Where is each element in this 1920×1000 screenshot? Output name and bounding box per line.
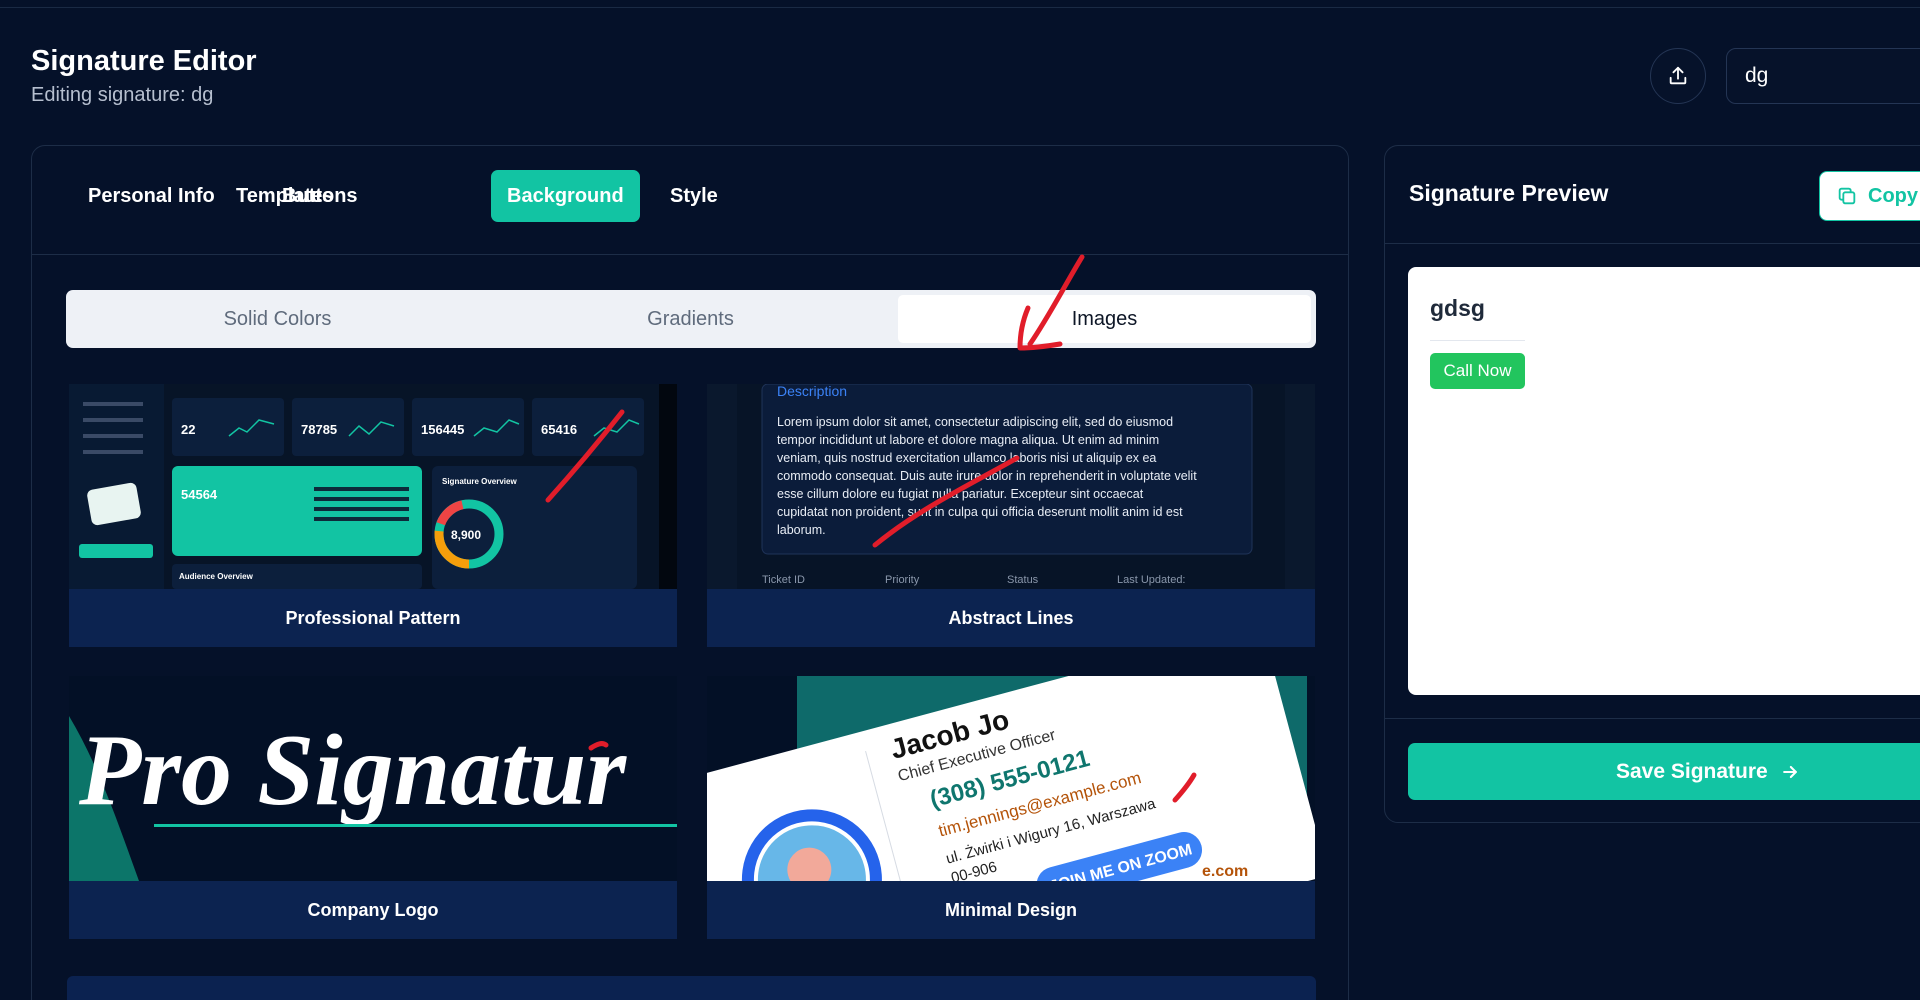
signature-divider xyxy=(1430,340,1525,341)
tab-background[interactable]: Background xyxy=(491,170,640,222)
preview-divider xyxy=(1385,243,1920,244)
editor-panel: Personal Info Templates Buttons Backgrou… xyxy=(31,145,1349,1000)
dashboard-thumbnail: 22 78785 156445 65416 54564 Signature Ov… xyxy=(69,384,677,589)
copy-button[interactable]: Copy xyxy=(1819,171,1920,221)
page-title: Signature Editor xyxy=(31,45,257,77)
upload-button[interactable] xyxy=(1650,48,1706,104)
thumb-line: tempor incididunt ut labore et dolore ma… xyxy=(777,433,1159,447)
background-mode-switch: Solid Colors Gradients Images xyxy=(66,290,1316,348)
tab-style[interactable]: Style xyxy=(654,170,734,222)
thumb-column: Ticket ID xyxy=(762,574,805,586)
thumb-line: veniam, quis nostrud exercitation ullamc… xyxy=(777,451,1156,465)
page-subtitle: Editing signature: dg xyxy=(31,84,214,106)
tabs-divider xyxy=(32,254,1348,255)
mode-images[interactable]: Images xyxy=(898,295,1311,343)
signature-preview-box: gdsg Call Now xyxy=(1408,267,1920,695)
tab-personal-info[interactable]: Personal Info xyxy=(72,170,231,222)
highlight-stat: 54564 xyxy=(181,487,218,502)
arrow-right-icon xyxy=(1782,765,1797,778)
save-signature-button[interactable]: Save Signature xyxy=(1408,743,1920,800)
thumb-line: Lorem ipsum dolor sit amet, consectetur … xyxy=(777,415,1173,429)
image-option-company-logo[interactable]: Pro Signatur Company Logo xyxy=(69,676,677,939)
business-card-thumbnail: Jacob Jo Chief Executive Officer (308) 5… xyxy=(707,676,1315,881)
copy-icon xyxy=(1838,187,1856,205)
copy-label: Copy xyxy=(1868,184,1918,207)
thumb-line: esse cillum dolore eu fugiat nulla paria… xyxy=(777,487,1144,501)
audience-title: Audience Overview xyxy=(179,572,254,581)
mode-solid-colors[interactable]: Solid Colors xyxy=(71,295,484,343)
signature-preview-panel: Signature Preview Copy gdsg Call Now Sav… xyxy=(1384,145,1920,823)
call-now-button[interactable]: Call Now xyxy=(1430,353,1525,389)
image-option-partial[interactable] xyxy=(67,976,1316,1000)
top-border xyxy=(0,7,1920,8)
stat-4: 65416 xyxy=(541,422,577,437)
image-option-label: Abstract Lines xyxy=(707,589,1315,647)
card-footer: e.com xyxy=(1202,863,1248,880)
stat-2: 78785 xyxy=(301,422,337,437)
ticket-thumbnail: Description Lorem ipsum dolor sit amet, … xyxy=(707,384,1315,589)
mode-gradients[interactable]: Gradients xyxy=(484,295,897,343)
donut-value: 8,900 xyxy=(451,528,481,542)
tab-buttons[interactable]: Buttons xyxy=(266,170,374,222)
image-option-label: Company Logo xyxy=(69,881,677,939)
logo-text: Pro Signatur xyxy=(78,714,627,827)
thumb-heading: Description xyxy=(777,384,847,399)
upload-icon xyxy=(1669,66,1687,85)
thumb-column: Status xyxy=(1007,574,1039,586)
preview-title: Signature Preview xyxy=(1409,180,1609,206)
thumb-line: commodo consequat. Duis aute irure dolor… xyxy=(777,469,1197,483)
image-option-professional-pattern[interactable]: 22 78785 156445 65416 54564 Signature Ov… xyxy=(69,384,677,647)
preview-divider-bottom xyxy=(1385,718,1920,719)
stat-3: 156445 xyxy=(421,422,464,437)
signature-name-input[interactable] xyxy=(1726,48,1920,104)
stat-1: 22 xyxy=(181,422,195,437)
signature-name: gdsg xyxy=(1430,295,1485,321)
thumb-line: laborum. xyxy=(777,523,826,537)
image-option-label: Professional Pattern xyxy=(69,589,677,647)
thumb-column: Priority xyxy=(885,574,920,586)
save-label: Save Signature xyxy=(1616,759,1768,783)
thumb-line: cupidatat non proident, sunt in culpa qu… xyxy=(777,505,1183,519)
overview-title: Signature Overview xyxy=(442,477,517,486)
image-option-minimal-design[interactable]: Jacob Jo Chief Executive Officer (308) 5… xyxy=(707,676,1315,939)
logo-thumbnail: Pro Signatur xyxy=(69,676,677,881)
thumb-column: Last Updated: xyxy=(1117,574,1186,586)
image-option-abstract-lines[interactable]: Description Lorem ipsum dolor sit amet, … xyxy=(707,384,1315,647)
image-option-label: Minimal Design xyxy=(707,881,1315,939)
